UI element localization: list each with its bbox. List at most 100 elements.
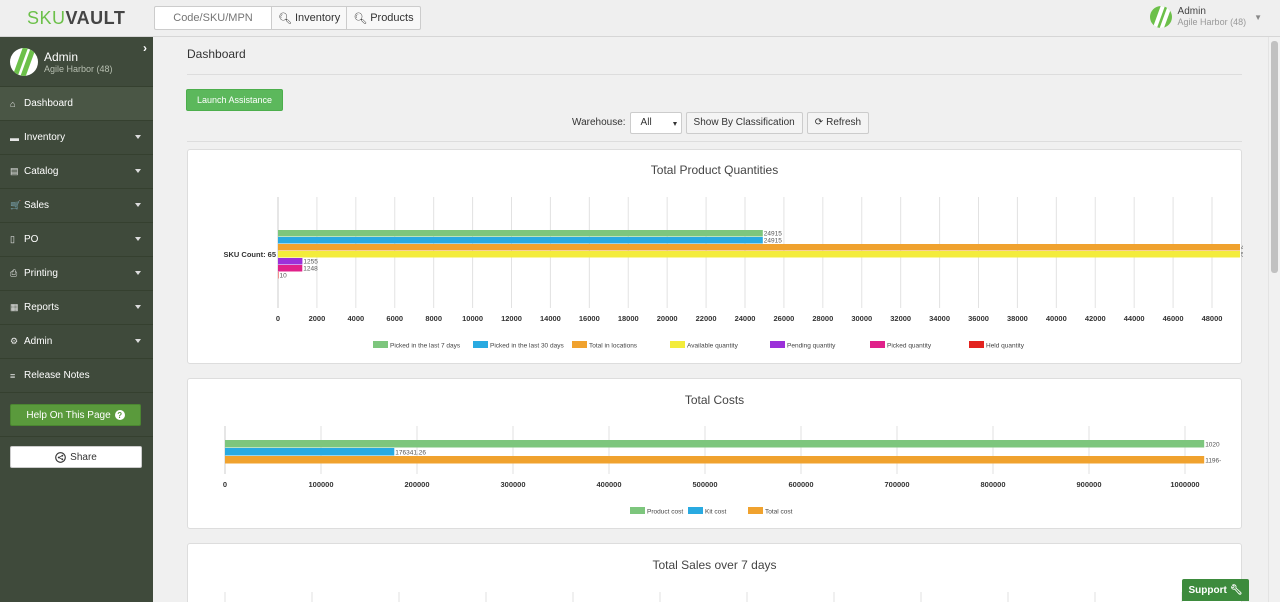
bar-pending-quantity[interactable] <box>278 258 303 265</box>
bar-picked-in-the-last-30-days[interactable] <box>278 237 763 244</box>
sidebar-item-release-notes[interactable]: ≡ Release Notes <box>0 359 153 393</box>
support-button[interactable]: Support 🔧︎ <box>1182 579 1249 601</box>
chevron-down-icon: ▼ <box>1254 12 1262 22</box>
x-tick-label: 10000 <box>462 314 483 323</box>
x-tick-label: 16000 <box>579 314 600 323</box>
sidebar-item-inventory[interactable]: ▬ Inventory <box>0 121 153 155</box>
data-label: 5071 <box>1241 252 1243 259</box>
main-content: Dashboard Launch Assistance Warehouse: A… <box>153 37 1268 602</box>
x-tick-label: 0 <box>276 314 280 323</box>
share-button[interactable]: Share <box>10 446 142 468</box>
legend-label[interactable]: Total in locations <box>589 343 638 350</box>
legend-label[interactable]: Available quantity <box>687 343 739 350</box>
sidebar-item-admin[interactable]: ⚙ Admin <box>0 325 153 359</box>
data-label: 176341.26 <box>395 450 426 457</box>
refresh-button[interactable]: ⟳ Refresh <box>806 111 870 134</box>
skuvault-logo[interactable]: SKUVAULT <box>27 8 125 29</box>
share-label: Share <box>70 451 97 463</box>
data-label: 4850 <box>1241 245 1243 252</box>
bar-held-quantity[interactable] <box>278 272 279 279</box>
warehouse-select[interactable]: All <box>629 111 682 134</box>
user-menu[interactable]: Admin Agile Harbor (48) ▼ <box>1149 6 1262 28</box>
document-icon: ▯ <box>10 234 15 244</box>
bar-total-in-locations[interactable] <box>278 244 1241 251</box>
page-scrollbar[interactable] <box>1268 37 1280 602</box>
x-tick-label: 32000 <box>890 314 911 323</box>
chevron-down-icon <box>135 237 141 241</box>
products-search-button[interactable]: 🔍︎ Products <box>347 6 421 30</box>
legend-label[interactable]: Picked in the last 7 days <box>390 343 461 350</box>
cogs-icon: ⚙ <box>10 336 19 346</box>
total-costs-chart: 0 100000 200000 300000 400000 500000 600000 700… <box>223 426 1221 516</box>
data-label: 1196- <box>1205 458 1221 465</box>
chevron-down-icon <box>135 169 141 173</box>
sidebar-item-po[interactable]: ▯ PO <box>0 223 153 257</box>
x-tick-label: 36000 <box>968 314 989 323</box>
support-label: Support <box>1188 584 1227 596</box>
legend-swatch <box>688 507 703 514</box>
sidebar-item-label: Catalog <box>24 166 59 177</box>
bar-available-quantity[interactable] <box>278 251 1241 258</box>
x-tick-label: 38000 <box>1007 314 1028 323</box>
total-sales-chart <box>224 592 1183 602</box>
x-tick-label: 2000 <box>309 314 326 323</box>
bar-picked-in-the-last-7-days[interactable] <box>278 230 763 237</box>
legend-label[interactable]: Pending quantity <box>787 343 836 350</box>
x-tick-label: 14000 <box>540 314 561 323</box>
data-label: 24915 <box>764 231 782 238</box>
chevron-right-icon[interactable]: › <box>143 41 147 55</box>
bar-total-cost[interactable] <box>225 456 1205 464</box>
x-tick-label: 18000 <box>618 314 639 323</box>
legend-swatch <box>473 341 488 348</box>
help-button[interactable]: Help On This Page ? <box>10 404 141 426</box>
x-tick-label: 44000 <box>1124 314 1145 323</box>
wrench-icon: 🔧︎ <box>1229 584 1243 596</box>
legend-label[interactable]: Held quantity <box>986 343 1025 350</box>
sidebar-item-label: Admin <box>24 336 53 347</box>
legend-label[interactable]: Kit cost <box>705 509 727 516</box>
x-tick-label: 20000 <box>657 314 678 323</box>
legend-swatch <box>630 507 645 514</box>
bar-kit-cost[interactable] <box>225 448 395 456</box>
quick-search: 🔍︎ Inventory 🔍︎ Products <box>154 6 421 30</box>
sidebar-item-sales[interactable]: 🛒 Sales <box>0 189 153 223</box>
search-input[interactable] <box>154 6 272 30</box>
x-tick-label: 26000 <box>773 314 794 323</box>
sidebar-user-org: Agile Harbor (48) <box>44 63 113 74</box>
divider <box>187 141 1242 142</box>
legend-swatch <box>572 341 587 348</box>
x-tick-label: 300000 <box>500 480 525 489</box>
x-tick-label: 800000 <box>980 480 1005 489</box>
data-label: 1255 <box>303 259 318 266</box>
legend-label[interactable]: Product cost <box>647 509 683 516</box>
sidebar-user: Admin Agile Harbor (48) › <box>0 37 153 87</box>
x-tick-label: 500000 <box>692 480 717 489</box>
sidebar-item-printing[interactable]: ⎙ Printing <box>0 257 153 291</box>
list-icon: ≡ <box>10 370 16 381</box>
legend-swatch <box>770 341 785 348</box>
legend-label[interactable]: Picked in the last 30 days <box>490 343 564 350</box>
sidebar-item-label: Sales <box>24 200 50 211</box>
avatar <box>10 47 38 76</box>
sidebar-item-catalog[interactable]: ▤ Catalog <box>0 155 153 189</box>
legend-label[interactable]: Total cost <box>765 509 793 516</box>
bar-picked-quantity[interactable] <box>278 265 303 272</box>
chevron-down-icon <box>135 203 141 207</box>
legend-label[interactable]: Picked quantity <box>887 343 932 350</box>
launch-assistance-button[interactable]: Launch Assistance <box>186 89 283 111</box>
legend-swatch <box>870 341 885 348</box>
show-by-classification-button[interactable]: Show By Classification <box>685 111 803 134</box>
page-title: Dashboard <box>187 47 246 61</box>
sidebar-item-label: PO <box>24 234 39 245</box>
printer-icon: ⎙ <box>10 268 18 278</box>
reports-icon: ▦ <box>10 302 19 312</box>
bar-product-cost[interactable] <box>225 440 1205 448</box>
scrollbar-thumb[interactable] <box>1271 41 1278 273</box>
chevron-down-icon <box>672 121 677 126</box>
sidebar-item-reports[interactable]: ▦ Reports <box>0 291 153 325</box>
inventory-search-label: Inventory <box>294 12 341 24</box>
sidebar-item-dashboard[interactable]: ⌂ Dashboard <box>0 87 153 121</box>
cart-icon: 🛒 <box>10 200 22 210</box>
sidebar-item-label: Printing <box>24 268 58 279</box>
inventory-search-button[interactable]: 🔍︎ Inventory <box>272 6 348 30</box>
